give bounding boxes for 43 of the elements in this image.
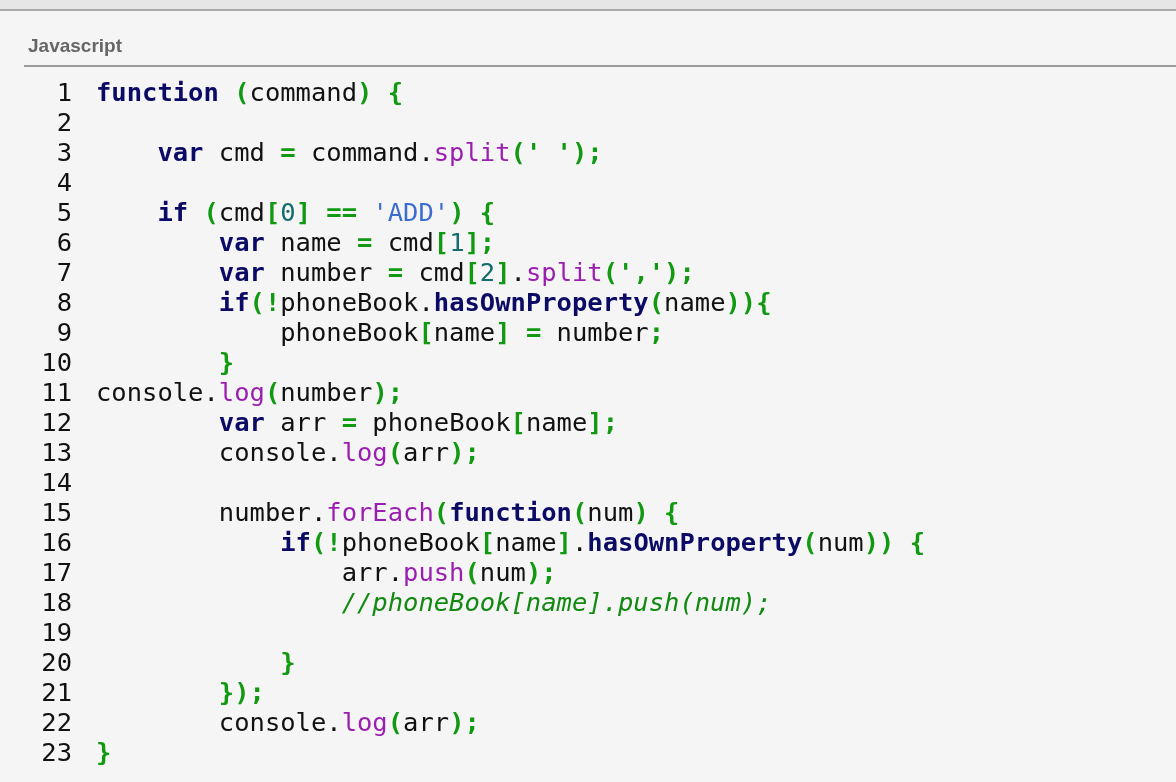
line-number: 20 [40, 647, 72, 677]
line-number: 13 [40, 437, 72, 467]
line-number: 10 [40, 347, 72, 377]
line-number: 6 [55, 227, 72, 257]
code-line: if (cmd[0] == 'ADD') { [156, 197, 496, 227]
language-label: Javascript [27, 34, 123, 58]
code-line: phoneBook[name] = number; [279, 317, 665, 347]
code-line: console.log(arr); [217, 707, 480, 737]
code-line: function (command) { [96, 77, 404, 107]
line-number: 11 [40, 377, 72, 407]
line-number: 17 [40, 557, 72, 587]
code-line: number.forEach(function(num) { [217, 497, 680, 527]
line-number: 23 [40, 737, 72, 767]
code-line: //phoneBook[name].push(num); [340, 587, 772, 617]
line-number: 1 [55, 77, 72, 107]
line-number: 21 [40, 677, 72, 707]
line-number: 8 [55, 287, 72, 317]
code-line: console.log(number); [96, 377, 404, 407]
code-line: var name = cmd[1]; [217, 227, 496, 257]
code-line: }); [217, 677, 265, 707]
line-number: 19 [40, 617, 72, 647]
code-line: arr.push(num); [340, 557, 557, 587]
line-number: 9 [55, 317, 72, 347]
code-line: } [96, 737, 112, 767]
line-number: 22 [40, 707, 72, 737]
line-number: 2 [55, 107, 72, 137]
line-number: 14 [40, 467, 72, 497]
line-number: 15 [40, 497, 72, 527]
line-number: 4 [55, 167, 72, 197]
code-line: console.log(arr); [217, 437, 480, 467]
code-line: var cmd = command.split(' '); [156, 137, 603, 167]
code-line: if(!phoneBook.hasOwnProperty(name)){ [217, 287, 772, 317]
line-number: 16 [40, 527, 72, 557]
code-line: } [217, 347, 235, 377]
line-number: 18 [40, 587, 72, 617]
code-line: if(!phoneBook[name].hasOwnProperty(num)) { [279, 527, 926, 557]
line-number: 12 [40, 407, 72, 437]
line-number: 3 [55, 137, 72, 167]
code-line: var arr = phoneBook[name]; [217, 407, 619, 437]
code-line: var number = cmd[2].split(','); [217, 257, 695, 287]
line-number: 7 [55, 257, 72, 287]
line-number: 5 [55, 197, 72, 227]
code-line: } [279, 647, 296, 677]
